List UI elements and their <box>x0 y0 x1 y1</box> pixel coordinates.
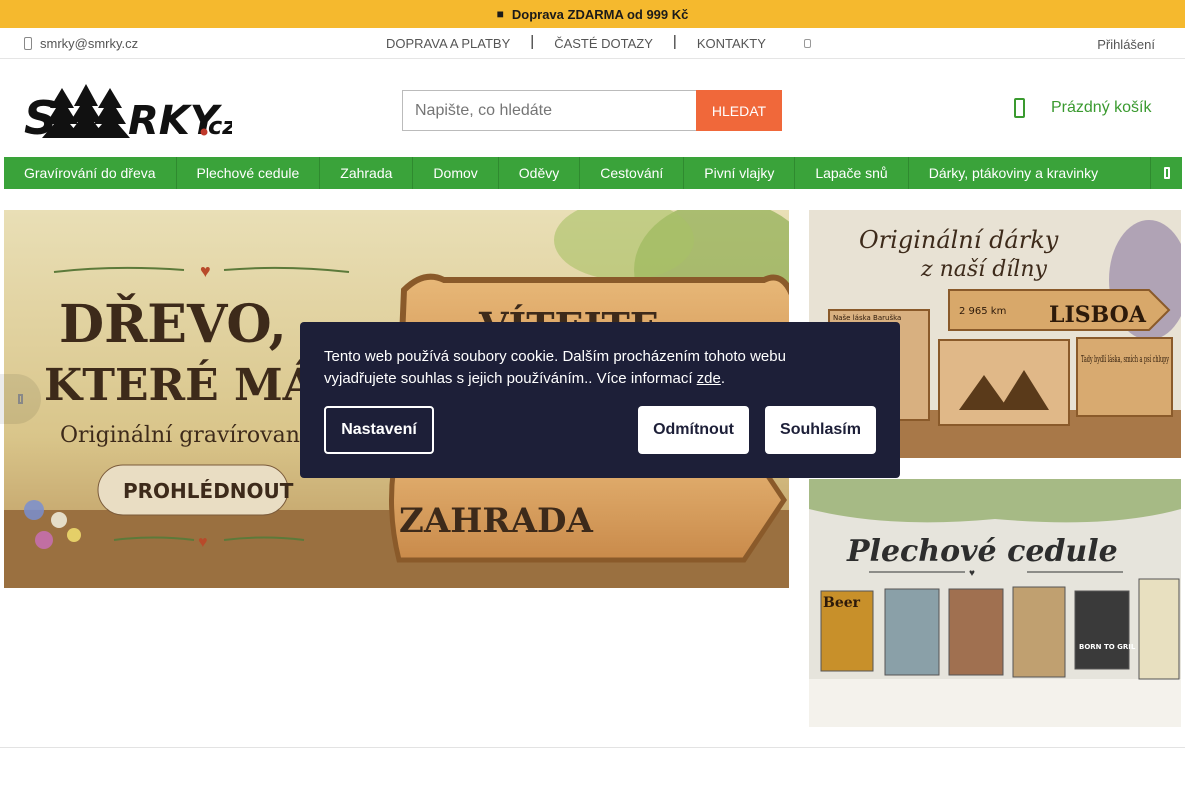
category-menu: Gravírování do dřeva Plechové cedule Zah… <box>4 157 1182 189</box>
nav-separator: | <box>672 33 677 50</box>
svg-text:♥: ♥ <box>969 568 975 579</box>
category-metal-signs[interactable]: Plechové cedule <box>177 157 321 189</box>
free-shipping-bar: ■ Doprava ZDARMA od 999 Kč <box>0 0 1185 28</box>
category-garden[interactable]: Zahrada <box>320 157 414 189</box>
language-icon[interactable] <box>804 39 811 48</box>
nav-separator: | <box>530 33 535 50</box>
category-gifts[interactable]: Dárky, ptákoviny a kravinky <box>909 157 1118 189</box>
banner-gifts-title1: Originální dárky <box>859 226 1059 254</box>
svg-text:♥: ♥ <box>198 534 208 551</box>
category-engraving[interactable]: Gravírování do dřeva <box>4 157 177 189</box>
category-clothing[interactable]: Oděvy <box>499 157 581 189</box>
free-shipping-text: Doprava ZDARMA od 999 Kč <box>511 6 689 22</box>
site-logo[interactable]: S RKY cz <box>24 84 232 142</box>
banner-gifts-lisboa: LISBOA <box>1049 302 1147 328</box>
banner-gifts-plaque: Tady bydlí láska, smích a psí chlupy <box>1081 354 1169 365</box>
email-text: smrky@smrky.cz <box>40 36 139 51</box>
cookie-text-end: . <box>720 370 726 387</box>
cart-label: Prázdný košík <box>1051 99 1152 116</box>
category-beer-flags[interactable]: Pivní vlajky <box>684 157 796 189</box>
menu-icon <box>1163 167 1170 179</box>
truck-icon: ■ <box>496 7 504 21</box>
banner-metal-signs[interactable]: Plechové cedule ♥ Beer BORN TO GRIL <box>809 479 1181 727</box>
cart-link[interactable]: Prázdný košík <box>1014 98 1151 118</box>
banner-gifts-title2: z naší dílny <box>920 257 1048 282</box>
category-home[interactable]: Domov <box>413 157 499 189</box>
banner-gifts-caption: Naše láska Baruška <box>833 314 901 322</box>
heart-icon: ♥ <box>200 261 211 281</box>
phone-icon <box>24 37 32 50</box>
nav-faq[interactable]: ČASTÉ DOTAZY <box>554 36 653 51</box>
search-box: HLEDAT <box>402 90 782 131</box>
cookie-consent-dialog: Tento web používá soubory cookie. Dalším… <box>300 322 900 478</box>
hero-title-line1: DŘEVO, <box>59 293 287 355</box>
cookie-accept-button[interactable]: Souhlasím <box>765 406 876 454</box>
category-travel[interactable]: Cestování <box>580 157 685 189</box>
section-divider <box>0 747 1185 748</box>
utility-bar: smrky@smrky.cz DOPRAVA A PLATBY | ČASTÉ … <box>0 28 1185 59</box>
cookie-text-wrap: Tento web používá soubory cookie. Dalším… <box>324 346 844 390</box>
cookie-reject-button[interactable]: Odmítnout <box>638 406 749 454</box>
banner-metal-beer: Beer <box>823 595 861 611</box>
hero-cta-button[interactable]: PROHLÉDNOUT <box>123 479 294 503</box>
category-dreamcatchers[interactable]: Lapače snů <box>795 157 909 189</box>
cookie-settings-button[interactable]: Nastavení <box>324 406 434 454</box>
email-link[interactable]: smrky@smrky.cz <box>24 36 138 51</box>
search-button[interactable]: HLEDAT <box>696 90 782 131</box>
info-nav: DOPRAVA A PLATBY | ČASTÉ DOTAZY | KONTAK… <box>386 33 766 51</box>
menu-more-button[interactable] <box>1150 157 1182 189</box>
banner-metal-grill: BORN TO GRIL <box>1079 643 1136 651</box>
search-input[interactable] <box>402 90 696 131</box>
hero-sign-garden: ZAHRADA <box>399 501 593 541</box>
chevron-left-icon <box>18 394 23 404</box>
banner-metal-title: Plechové cedule <box>846 534 1118 569</box>
cookie-more-link[interactable]: zde <box>697 370 721 387</box>
nav-shipping[interactable]: DOPRAVA A PLATBY <box>386 36 510 51</box>
login-link[interactable]: Přihlášení <box>1097 37 1155 52</box>
svg-text:cz: cz <box>208 112 232 140</box>
cart-icon <box>1014 98 1025 118</box>
banner-gifts-distance: 2 965 km <box>959 306 1006 317</box>
nav-contacts[interactable]: KONTAKTY <box>697 36 766 51</box>
